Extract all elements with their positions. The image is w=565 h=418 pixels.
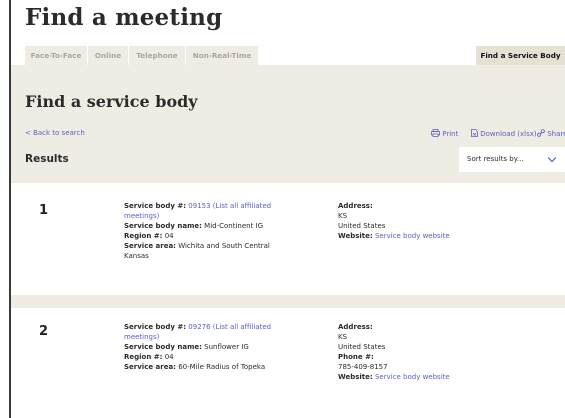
results-heading: Results — [25, 153, 69, 165]
sort-select[interactable]: Sort results by... — [459, 147, 565, 172]
service-body-number-link[interactable]: 09153 — [188, 202, 210, 210]
service-area-label: Service area: — [124, 363, 176, 371]
page-title: Find a meeting — [25, 4, 223, 31]
service-body-number-line: Service body #: 09153 (List all affiliat… — [124, 201, 284, 221]
address-line: KS — [338, 212, 348, 220]
result-index: 2 — [39, 324, 49, 339]
service-body-name: Sunflower IG — [204, 343, 249, 351]
tab-non-real-time[interactable]: Non-Real-Time — [186, 46, 258, 65]
service-body-name-line: Service body name: Mid-Continent IG — [124, 221, 284, 231]
service-area-label: Service area: — [124, 242, 176, 250]
website-line: Website: Service body website — [338, 231, 538, 241]
service-body-number-label: Service body #: — [124, 202, 187, 210]
result-details: Service body #: 09276 (List all affiliat… — [124, 322, 284, 372]
service-area-line: Service area: Wichita and South Central … — [124, 241, 284, 261]
service-body-name-label: Service body name: — [124, 222, 202, 230]
link-icon — [537, 129, 545, 137]
phone-label: Phone #: — [338, 353, 374, 361]
website-label: Website: — [338, 232, 373, 240]
printer-icon — [431, 129, 440, 137]
result-card: 2 Service body #: 09276 (List all affili… — [11, 308, 565, 418]
service-body-name: Mid-Continent IG — [204, 222, 264, 230]
service-body-name-line: Service body name: Sunflower IG — [124, 342, 284, 352]
download-icon — [471, 129, 478, 137]
address-line: United States — [338, 343, 386, 351]
region-label: Region #: — [124, 232, 163, 240]
download-label: Download (xlsx) — [480, 130, 537, 138]
website-link[interactable]: Service body website — [375, 232, 450, 240]
tab-find-service-body[interactable]: Find a Service Body — [476, 46, 565, 65]
share-link[interactable]: Share link — [537, 129, 565, 138]
website-label: Website: — [338, 373, 373, 381]
website-link[interactable]: Service body website — [375, 373, 450, 381]
page: Find a meeting Face-To-Face Online Telep… — [11, 0, 565, 418]
result-contact: Address: KS United States Website: Servi… — [338, 201, 538, 241]
tab-telephone[interactable]: Telephone — [129, 46, 185, 65]
address-line: KS — [338, 333, 348, 341]
sort-value: Sort results by... — [467, 155, 524, 163]
result-card: 1 Service body #: 09153 (List all affili… — [11, 183, 565, 295]
region-value: 04 — [164, 353, 174, 361]
tab-online[interactable]: Online — [88, 46, 128, 65]
result-index: 1 — [39, 203, 49, 218]
share-label: Share link — [547, 130, 565, 138]
service-body-number-line: Service body #: 09276 (List all affiliat… — [124, 322, 284, 342]
back-to-search-link[interactable]: < Back to search — [25, 129, 85, 137]
address-label: Address: — [338, 202, 373, 210]
service-body-number-label: Service body #: — [124, 323, 187, 331]
service-area-value: 60-Mile Radius of Topeka — [178, 363, 266, 371]
region-line: Region #: 04 — [124, 352, 284, 362]
region-label: Region #: — [124, 353, 163, 361]
result-contact: Address: KS United States Phone #: 785-4… — [338, 322, 538, 382]
chevron-down-icon — [547, 157, 557, 163]
service-body-number-link[interactable]: 09276 — [188, 323, 210, 331]
result-details: Service body #: 09153 (List all affiliat… — [124, 201, 284, 261]
section-title: Find a service body — [25, 92, 198, 111]
phone-value: 785-409-8157 — [338, 363, 388, 371]
download-link[interactable]: Download (xlsx) — [471, 129, 537, 138]
region-line: Region #: 04 — [124, 231, 284, 241]
print-label: Print — [442, 130, 459, 138]
service-body-name-label: Service body name: — [124, 343, 202, 351]
address-label: Address: — [338, 323, 373, 331]
service-area-line: Service area: 60-Mile Radius of Topeka — [124, 362, 284, 372]
content-panel: Find a service body < Back to search Pri… — [11, 65, 565, 418]
header: Find a meeting Face-To-Face Online Telep… — [11, 0, 565, 65]
action-links: Print Download (xlsx) Share link — [431, 127, 565, 139]
print-link[interactable]: Print — [431, 129, 458, 138]
address-line: United States — [338, 222, 386, 230]
website-line: Website: Service body website — [338, 372, 538, 382]
region-value: 04 — [164, 232, 174, 240]
tab-face-to-face[interactable]: Face-To-Face — [25, 46, 87, 65]
